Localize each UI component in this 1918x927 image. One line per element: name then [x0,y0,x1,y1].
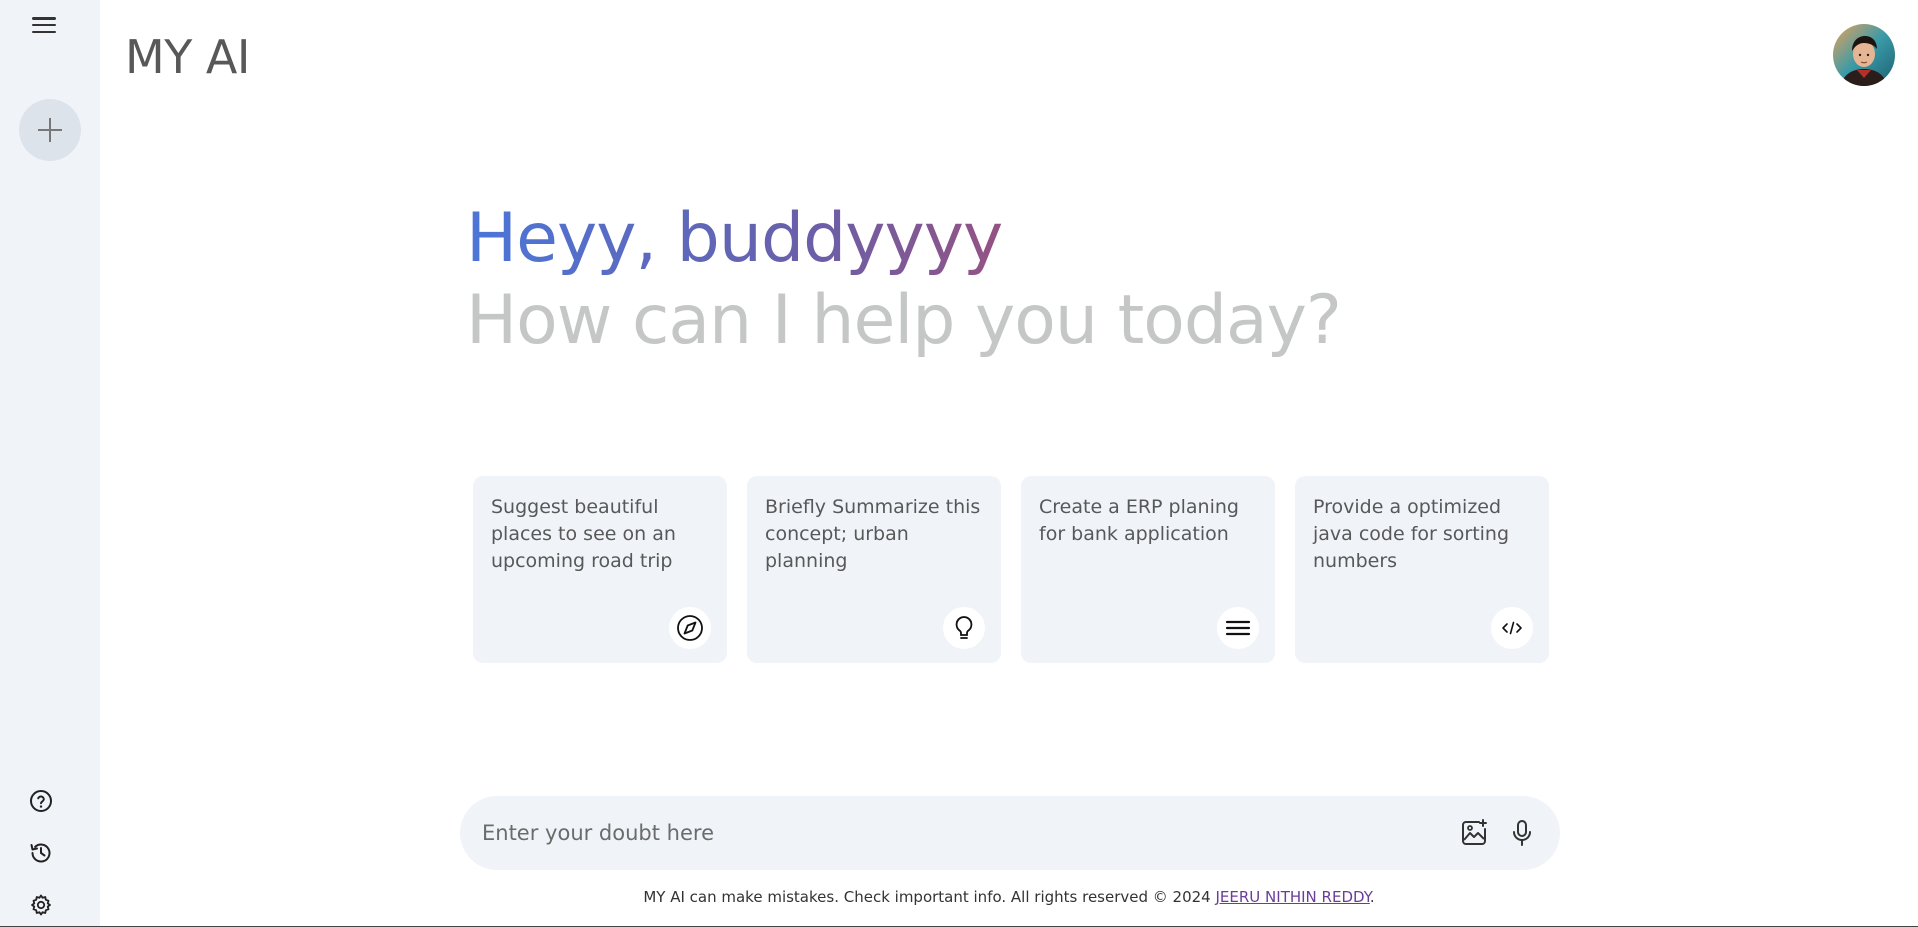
suggestion-cards: Suggest beautiful places to see on an up… [473,476,1549,663]
suggestion-card[interactable]: Create a ERP planing for bank applicatio… [1021,476,1275,663]
author-link[interactable]: JEERU NITHIN REDDY [1216,888,1370,906]
sidebar [0,0,100,927]
microphone-icon[interactable] [1506,817,1538,849]
app-title: MY AI [125,30,250,84]
suggestion-card[interactable]: Suggest beautiful places to see on an up… [473,476,727,663]
suggestion-card[interactable]: Briefly Summarize this concept; urban pl… [747,476,1001,663]
lightbulb-icon [943,607,985,649]
user-avatar[interactable] [1833,24,1895,86]
footer-suffix: . [1369,888,1375,906]
prompt-bar [460,796,1560,870]
prompt-input[interactable] [482,821,1442,845]
help-icon[interactable] [28,788,54,814]
suggestion-card-text: Provide a optimized java code for sortin… [1313,496,1510,572]
app-root: MY AI Heyy, buddyyyy How can I help you … [0,0,1918,927]
history-icon[interactable] [28,840,54,866]
suggestion-card-text: Suggest beautiful places to see on an up… [491,496,676,572]
suggestion-card[interactable]: Provide a optimized java code for sortin… [1295,476,1549,663]
greeting-subtitle: How can I help you today? [466,281,1342,360]
suggestion-card-text: Create a ERP planing for bank applicatio… [1039,496,1239,545]
compass-icon [669,607,711,649]
code-icon [1491,607,1533,649]
menu-lines-icon [1217,607,1259,649]
footer: MY AI can make mistakes. Check important… [0,888,1918,906]
image-add-icon[interactable] [1458,817,1490,849]
greeting: Heyy, buddyyyy How can I help you today? [466,198,1342,362]
new-chat-button[interactable] [19,99,81,161]
suggestion-card-text: Briefly Summarize this concept; urban pl… [765,496,981,572]
hamburger-icon[interactable] [30,14,58,36]
footer-text: MY AI can make mistakes. Check important… [643,888,1216,906]
greeting-hello: Heyy, buddyyyy [466,198,1341,280]
plus-icon [38,118,62,142]
